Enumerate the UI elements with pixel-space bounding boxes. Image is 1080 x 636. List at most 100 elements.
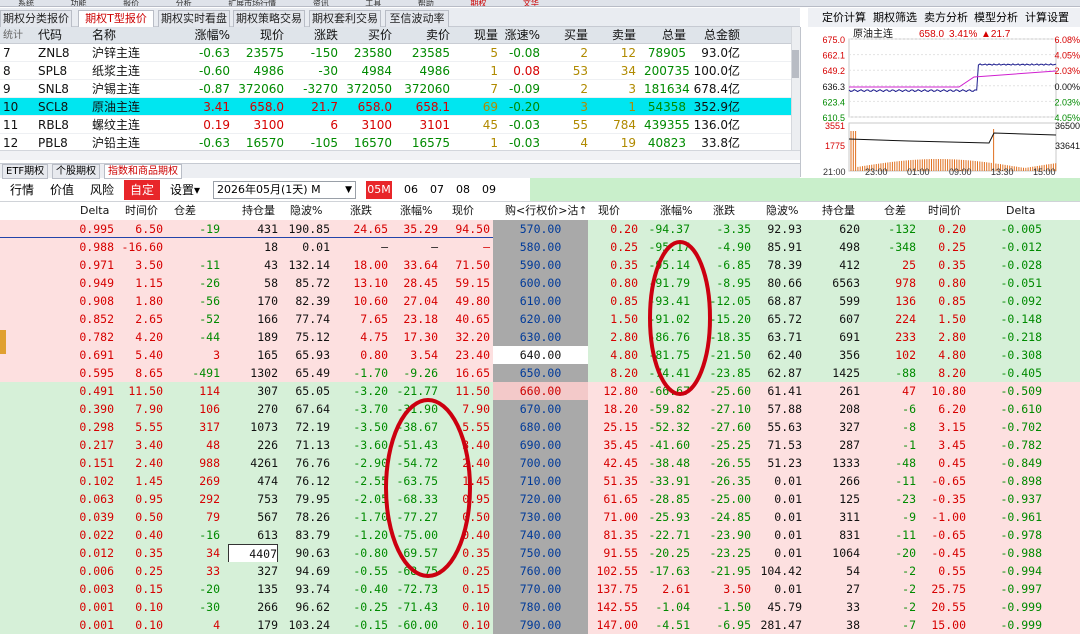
put-col-header[interactable]: 现价: [598, 202, 620, 219]
futures-col-header[interactable]: 买价: [340, 27, 392, 44]
tab-option-t-quote[interactable]: 期权T型报价: [78, 10, 154, 27]
call-col-header[interactable]: 涨跌: [350, 202, 372, 219]
menu-function[interactable]: 功能: [71, 0, 87, 6]
futures-row[interactable]: 8 SPL8 纸浆主连 -0.60 4986 -30 4984 4986 1 0.08 53 34 20…: [0, 62, 800, 80]
option-row[interactable]: 0.063 0.95 292 753 79.95 -2.05 -68.33 0.95 720.0…: [0, 490, 1080, 508]
contract-month-select[interactable]: 2026年05月(1天) M ▼: [213, 181, 356, 199]
menu-wenhua[interactable]: 文华: [523, 0, 539, 6]
option-row[interactable]: 0.006 0.25 33 327 94.69 -0.55 -68.75 0.25 760.00…: [0, 562, 1080, 580]
call-col-header[interactable]: 涨幅%: [400, 202, 432, 219]
futures-row[interactable]: 11 RBL8 螺纹主连 0.19 3100 6 3100 3101 45 -0.03 55 784 4…: [0, 116, 800, 134]
toolbar-settings[interactable]: 设置▾: [170, 180, 200, 200]
panel-collapse-handle[interactable]: [0, 330, 6, 354]
option-row[interactable]: 0.595 8.65 -491 1302 65.49 -1.70 -9.26 16.65 650…: [0, 364, 1080, 382]
option-row[interactable]: 0.390 7.90 106 270 67.64 -3.70 -31.90 7.90 670.0…: [0, 400, 1080, 418]
futures-col-header[interactable]: 现量: [454, 27, 498, 44]
option-row[interactable]: 0.782 4.20 -44 189 75.12 4.75 17.30 32.20 630.00…: [0, 328, 1080, 346]
menu-options[interactable]: 期权: [470, 0, 486, 6]
put-col-header[interactable]: 隐波%: [766, 202, 798, 219]
menu-quote[interactable]: 报价: [123, 0, 139, 6]
futures-col-header[interactable]: 买量: [548, 27, 588, 44]
call-col-header[interactable]: 持仓量: [242, 202, 275, 219]
option-row[interactable]: 0.012 0.35 34 4407 90.63 -0.80 -69.57 0.35 750.0…: [0, 544, 1080, 564]
call-col-header[interactable]: 现价: [452, 202, 474, 219]
option-row[interactable]: 0.491 11.50 114 307 65.05 -3.20 -21.77 11.50 660…: [0, 382, 1080, 400]
futures-row[interactable]: 7 ZNL8 沪锌主连 -0.63 23575 -150 23580 23585 5 -0.08 2…: [0, 44, 800, 62]
option-row[interactable]: 0.298 5.55 317 1073 72.19 -3.50 -38.67 5.55 680.…: [0, 418, 1080, 436]
menu-news[interactable]: 资讯: [313, 0, 329, 6]
option-row[interactable]: 0.852 2.65 -52 166 77.74 7.65 23.18 40.65 620.00…: [0, 310, 1080, 328]
option-row[interactable]: 0.102 1.45 269 474 76.12 -2.55 -63.75 1.45 710.0…: [0, 472, 1080, 490]
futures-row[interactable]: 9 SNL8 沪锡主连 -0.87 372060 -3270 372050 372060 7 -0…: [0, 80, 800, 98]
strike-col-header[interactable]: 购<行权价>沽↑: [505, 202, 588, 219]
menu-option-filter[interactable]: 期权筛选: [873, 8, 917, 27]
option-row[interactable]: 0.217 3.40 48 226 71.13 -3.60 -51.43 3.40 690.00…: [0, 436, 1080, 454]
menu-tools[interactable]: 工具: [365, 0, 381, 6]
futures-col-header[interactable]: 代码: [38, 27, 98, 44]
option-row[interactable]: 0.001 0.10 4 179 103.24 -0.15 -60.00 0.10 790.00…: [0, 616, 1080, 634]
futures-row[interactable]: 10 SCL8 原油主连 3.41 658.0 21.7 658.0 658.1 69 -0.20…: [0, 98, 800, 116]
option-row[interactable]: 0.001 0.10 -30 266 96.62 -0.25 -71.43 0.10 780.0…: [0, 598, 1080, 616]
menu-analysis[interactable]: 分析: [176, 0, 192, 6]
option-row[interactable]: 0.949 1.15 -26 58 85.72 13.10 28.45 59.15 600.00…: [0, 274, 1080, 292]
month-07[interactable]: 07: [424, 181, 450, 199]
tab-option-strategy[interactable]: 期权策略交易: [233, 10, 305, 27]
option-row[interactable]: 0.022 0.40 -16 613 83.79 -1.20 -75.00 0.40 740.0…: [0, 526, 1080, 544]
put-col-header[interactable]: 涨跌: [713, 202, 735, 219]
toolbar-quote[interactable]: 行情: [10, 180, 34, 200]
month-08[interactable]: 08: [450, 181, 476, 199]
tab-etf-options[interactable]: ETF期权: [2, 164, 49, 179]
toolbar-value[interactable]: 价值: [50, 180, 74, 200]
option-row[interactable]: 0.003 0.15 -20 135 93.74 -0.40 -72.73 0.15 770.0…: [0, 580, 1080, 598]
option-row[interactable]: 0.988 -16.60 18 0.01– – –580.00 0.25 -95.17 -4.9…: [0, 238, 1080, 256]
futures-col-header[interactable]: 统计: [3, 27, 31, 44]
tab-stock-options[interactable]: 个股期权: [52, 164, 100, 179]
call-cell: 71.13: [295, 438, 330, 452]
month-06[interactable]: 06: [398, 181, 424, 199]
month-05m[interactable]: 05M: [366, 181, 392, 199]
menu-seller-analysis[interactable]: 卖方分析: [924, 8, 968, 27]
call-col-header[interactable]: 时间价: [125, 202, 158, 219]
menu-extended[interactable]: 扩展市场行情: [228, 0, 276, 6]
futures-col-header[interactable]: 总量: [644, 27, 686, 44]
option-row[interactable]: 0.995 6.50 -19 431 190.85 24.65 35.29 94.50 570.…: [0, 220, 1080, 238]
option-row[interactable]: 0.039 0.50 79 567 78.26 -1.70 -77.27 0.50 730.00…: [0, 508, 1080, 526]
option-row[interactable]: 0.971 3.50 -11 43 132.14 18.00 33.64 71.50 590.0…: [0, 256, 1080, 274]
tab-volatility[interactable]: 至信波动率: [385, 10, 449, 27]
tab-option-category[interactable]: 期权分类报价: [0, 10, 72, 27]
option-row[interactable]: 0.908 1.80 -56 170 82.39 10.60 27.04 49.80 610.0…: [0, 292, 1080, 310]
mini-price-chart[interactable]: 675.0 6.08% 662.1 4.05% 649.2 2.03% 636.3 0.00%…: [800, 27, 1080, 177]
futures-col-header[interactable]: 总金额: [690, 27, 740, 44]
put-col-header[interactable]: 涨幅%: [660, 202, 692, 219]
futures-col-header[interactable]: 现价: [232, 27, 284, 44]
futures-col-header[interactable]: 涨跌: [286, 27, 338, 44]
call-col-header[interactable]: 仓差: [174, 202, 196, 219]
option-row[interactable]: 0.691 5.40 3 165 65.93 0.80 3.54 23.40 640.00 4.8…: [0, 346, 1080, 364]
tab-option-realtime[interactable]: 期权实时看盘: [158, 10, 230, 27]
menu-help[interactable]: 帮助: [418, 0, 434, 6]
futures-col-header[interactable]: 卖价: [394, 27, 450, 44]
put-col-header[interactable]: 仓差: [884, 202, 906, 219]
month-09[interactable]: 09: [476, 181, 502, 199]
scrollbar-thumb[interactable]: [792, 50, 799, 78]
put-col-header[interactable]: 时间价: [928, 202, 961, 219]
futures-horizontal-scrollbar[interactable]: [0, 150, 800, 160]
call-col-header[interactable]: Delta: [80, 202, 109, 219]
call-col-header[interactable]: 隐波%: [290, 202, 322, 219]
futures-vertical-scrollbar[interactable]: [791, 27, 800, 150]
menu-pricing-calc[interactable]: 定价计算: [822, 8, 866, 27]
futures-col-header[interactable]: 涨速%: [500, 27, 540, 44]
futures-col-header[interactable]: 涨幅%: [160, 27, 230, 44]
put-col-header[interactable]: Delta: [1006, 202, 1035, 219]
menu-system[interactable]: 系统: [18, 0, 34, 6]
tab-option-arbitrage[interactable]: 期权套利交易: [309, 10, 381, 27]
futures-col-header[interactable]: 卖量: [596, 27, 636, 44]
menu-model-analysis[interactable]: 模型分析: [974, 8, 1018, 27]
menu-calc-settings[interactable]: 计算设置: [1025, 8, 1069, 27]
put-col-header[interactable]: 持仓量: [822, 202, 855, 219]
option-row[interactable]: 0.151 2.40 988 4261 76.76 -2.90 -54.72 2.40 700.…: [0, 454, 1080, 472]
tab-index-commodity-options[interactable]: 指数和商品期权: [104, 164, 182, 179]
toolbar-custom[interactable]: 自定: [124, 180, 161, 200]
toolbar-risk[interactable]: 风险: [90, 180, 114, 200]
futures-col-header[interactable]: 名称: [92, 27, 152, 44]
